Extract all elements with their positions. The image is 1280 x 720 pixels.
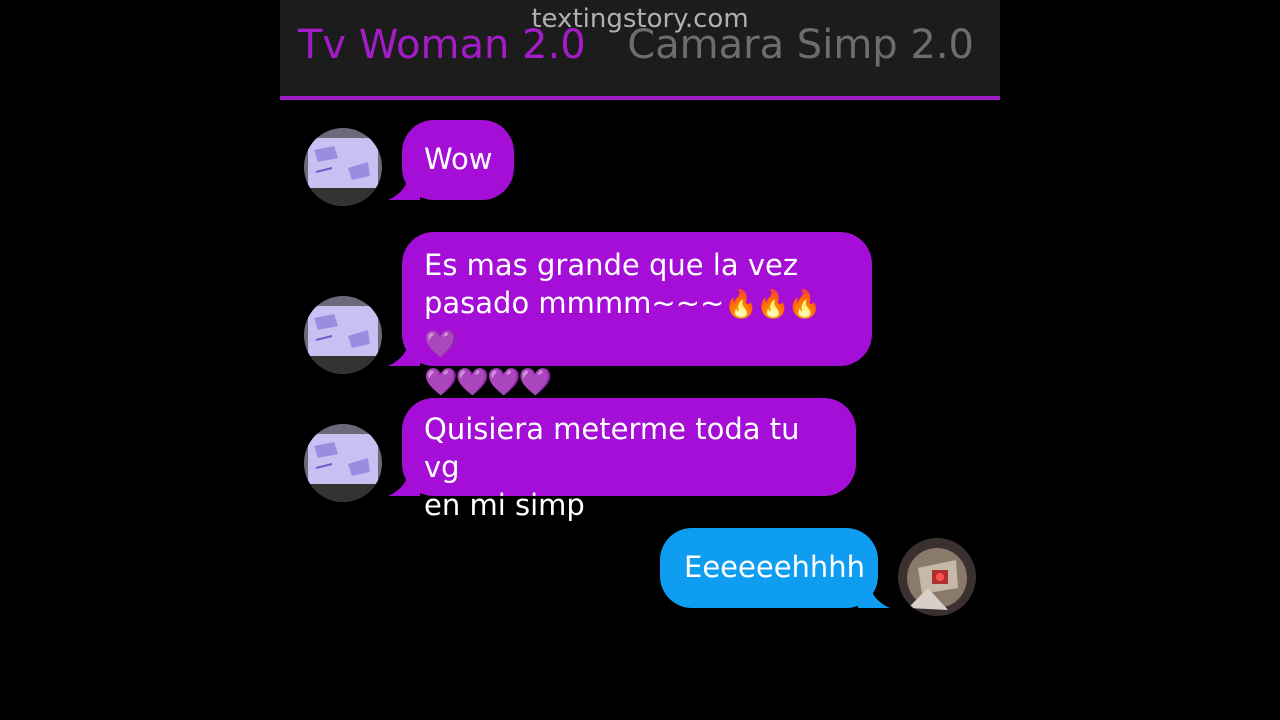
message-bubble-incoming[interactable]: Quisiera meterme toda tu vg en mi simp [402,398,856,522]
contact-name-right[interactable]: Camara Simp 2.0 [627,22,974,68]
message-text-line: Es mas grande que la vez [424,248,799,282]
message-text-line: Quisiera meterme toda tu vg [424,412,800,484]
message-text: Wow [424,142,493,176]
avatar-tv-woman[interactable] [304,296,382,374]
chat-header: textingstory.com Tv Woman 2.0 Camara Sim… [280,0,1000,100]
avatar-camara-simp[interactable] [898,538,976,616]
message-bubble-incoming[interactable]: Es mas grande que la vez pasado mmmm~~~🔥… [402,232,872,398]
chat-screen: textingstory.com Tv Woman 2.0 Camara Sim… [280,0,1000,720]
message-text-line: pasado mmmm~~~ [424,286,725,320]
avatar-tv-woman[interactable] [304,128,382,206]
message-bubble-outgoing[interactable]: Eeeeeehhhh [660,528,878,608]
message-text: Eeeeeehhhh [684,550,866,584]
message-text-line: en mi simp [424,488,585,522]
contact-name-left[interactable]: Tv Woman 2.0 [298,22,586,68]
avatar-tv-woman[interactable] [304,424,382,502]
message-bubble-incoming[interactable]: Wow [402,120,514,200]
emoji-hearts: 💜💜💜💜 [424,367,552,398]
